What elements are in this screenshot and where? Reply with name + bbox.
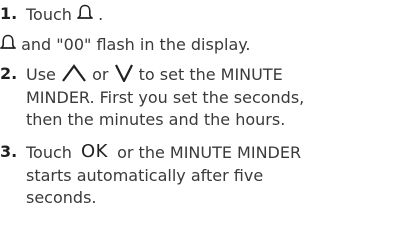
step-1-text: Touch . — [26, 4, 103, 25]
step-3-line-3: seconds. — [0, 188, 402, 210]
step-1-text-before: Touch — [26, 5, 78, 24]
flash-note: and "00" flash in the display. — [0, 34, 402, 56]
bell-icon — [0, 34, 16, 52]
step-2-line-2: MINDER. First you set the seconds, — [0, 88, 402, 110]
bell-icon — [77, 4, 94, 22]
step-1-number: 1. — [0, 4, 18, 23]
step-3-number: 3. — [0, 142, 18, 161]
step-2-text-line-3: then the minutes and the hours. — [26, 110, 286, 129]
step-3-text-a: Touch — [26, 143, 78, 162]
step-3-line-1: 3. Touch OK or the MINUTE MINDER — [0, 142, 402, 166]
step-1: 1. Touch . — [0, 4, 402, 26]
step-3-line-2: starts automatically after five — [0, 166, 402, 188]
step-2-text-line-1: Use or to set the MINUTE — [26, 64, 283, 85]
step-2-number: 2. — [0, 64, 18, 83]
down-chevron-icon — [114, 64, 134, 82]
step-3-text-line-2: starts automatically after five — [26, 166, 264, 185]
ok-icon: OK — [81, 141, 108, 162]
step-2-text-c: to set the MINUTE — [138, 65, 283, 84]
up-chevron-icon — [61, 64, 87, 82]
step-3-text-line-3: seconds. — [26, 188, 97, 207]
step-2-line-1: 2. Use or to set the MINUTE — [0, 64, 402, 88]
step-2-text-line-2: MINDER. First you set the seconds, — [26, 88, 305, 107]
flash-note-text: and "00" flash in the display. — [16, 35, 251, 54]
step-2-text-b: or — [92, 65, 114, 84]
step-2-line-3: then the minutes and the hours. — [0, 110, 402, 132]
instruction-document: 1. Touch . and "00" flash in the display… — [0, 0, 402, 240]
step-3-text-b: or the MINUTE MINDER — [112, 143, 302, 162]
step-1-text-after: . — [98, 5, 104, 24]
step-2-text-a: Use — [26, 65, 61, 84]
step-3-text-line-1: Touch OK or the MINUTE MINDER — [26, 142, 301, 163]
